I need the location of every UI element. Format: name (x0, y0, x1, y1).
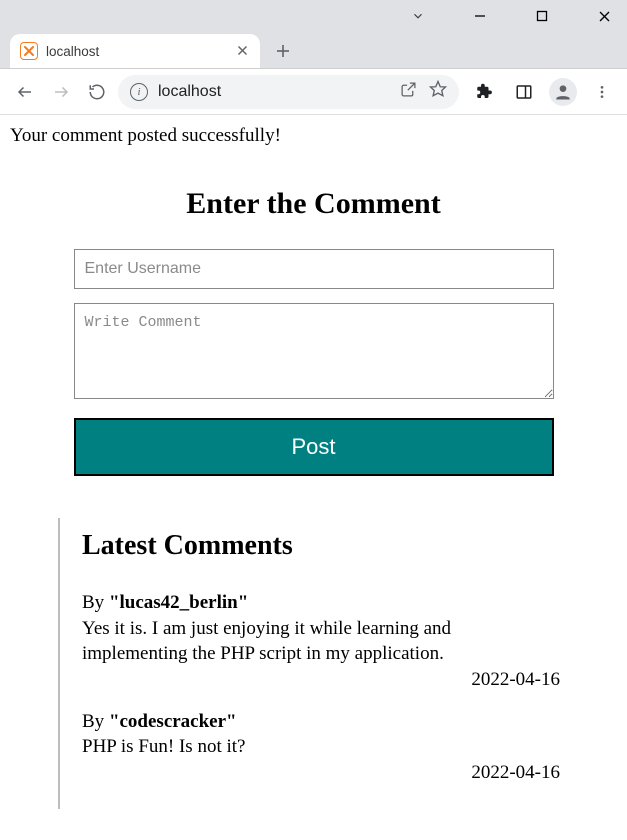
comment-body: Yes it is. I am just enjoying it while l… (82, 616, 560, 667)
comment-item: By "codescracker" PHP is Fun! Is not it?… (82, 709, 560, 786)
url-text: localhost (158, 83, 221, 101)
browser-chrome: localhost (0, 0, 627, 69)
dropdown-chevron-icon[interactable] (401, 9, 435, 23)
side-panel-icon[interactable] (509, 77, 539, 107)
comment-textarea[interactable] (74, 303, 554, 399)
comment-body: PHP is Fun! Is not it? (82, 734, 560, 760)
kebab-menu-icon[interactable] (587, 77, 617, 107)
minimize-button[interactable] (463, 10, 497, 22)
comment-date: 2022-04-16 (82, 667, 560, 693)
back-button[interactable] (10, 77, 40, 107)
bookmark-star-icon[interactable] (429, 80, 447, 103)
share-icon[interactable] (400, 81, 417, 103)
comment-author: "lucas42_berlin" (109, 592, 248, 613)
close-window-button[interactable] (587, 10, 621, 23)
username-input[interactable] (74, 249, 554, 289)
latest-comments: Latest Comments By "lucas42_berlin" Yes … (58, 518, 578, 809)
address-bar[interactable]: i localhost (118, 75, 459, 109)
latest-comments-heading: Latest Comments (82, 530, 560, 562)
comment-author: "codescracker" (109, 711, 237, 732)
tab-strip: localhost (0, 32, 627, 68)
extensions-icon[interactable] (469, 77, 499, 107)
comment-item: By "lucas42_berlin" Yes it is. I am just… (82, 590, 560, 693)
comment-form: Enter the Comment Post (74, 187, 554, 476)
post-button[interactable]: Post (74, 418, 554, 476)
profile-avatar[interactable] (549, 78, 577, 106)
browser-tab[interactable]: localhost (10, 34, 260, 68)
xampp-favicon-icon (20, 42, 38, 60)
form-title: Enter the Comment (74, 187, 554, 221)
maximize-button[interactable] (525, 10, 559, 22)
comment-date: 2022-04-16 (82, 760, 560, 786)
site-info-icon[interactable]: i (130, 83, 148, 101)
browser-toolbar: i localhost (0, 69, 627, 115)
success-message: Your comment posted successfully! (10, 125, 617, 147)
window-controls (0, 0, 627, 32)
new-tab-button[interactable] (268, 36, 298, 66)
by-prefix: By (82, 711, 109, 732)
reload-button[interactable] (82, 77, 112, 107)
tab-title: localhost (46, 44, 99, 59)
page-content: Your comment posted successfully! Enter … (0, 115, 627, 829)
close-tab-button[interactable] (237, 43, 248, 60)
by-prefix: By (82, 592, 109, 613)
forward-button[interactable] (46, 77, 76, 107)
